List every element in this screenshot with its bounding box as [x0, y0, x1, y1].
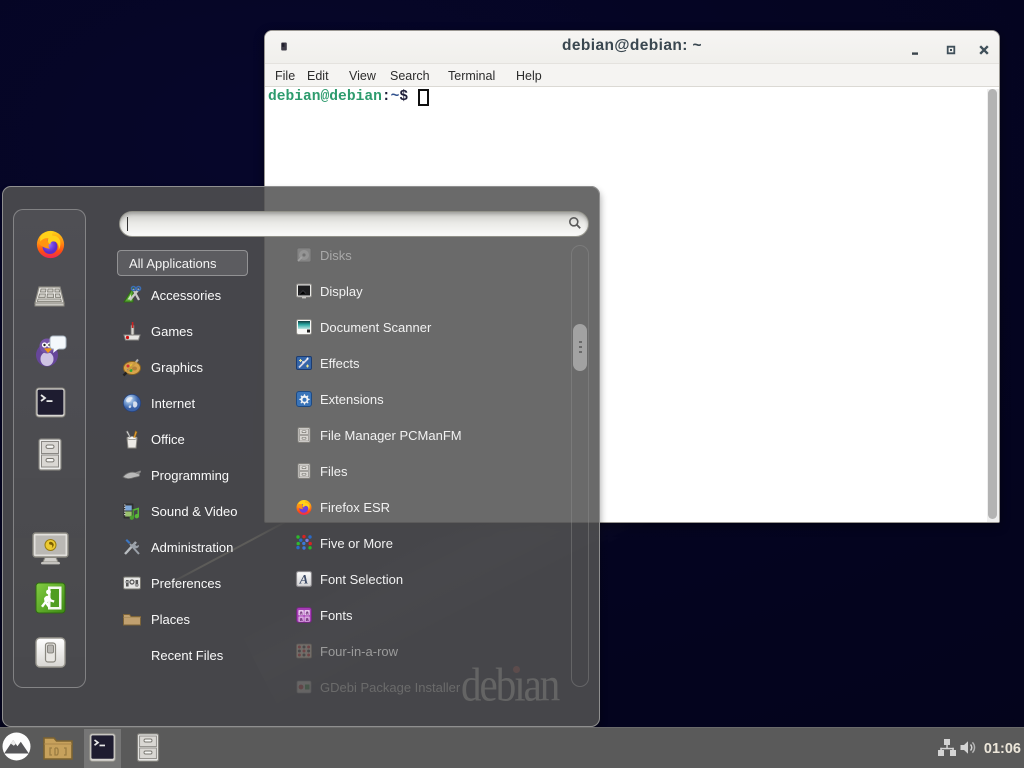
svg-text:A: A — [299, 571, 309, 586]
